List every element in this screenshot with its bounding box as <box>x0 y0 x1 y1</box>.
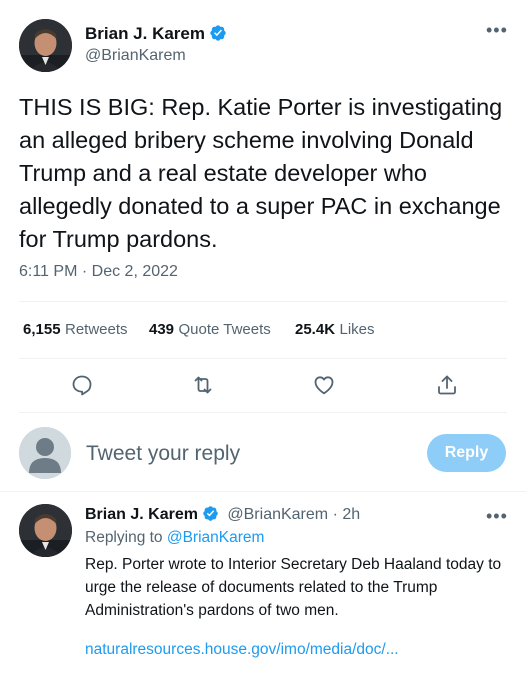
replying-to-label: Replying to <box>85 529 163 546</box>
share-icon[interactable] <box>435 373 459 397</box>
replying-to-handle-link[interactable]: @BrianKarem <box>167 529 265 546</box>
reply-author-name[interactable]: Brian J. Karem <box>85 506 198 523</box>
retweets-stat[interactable]: 6,155 Retweets <box>23 321 128 339</box>
reply-button[interactable]: Reply <box>427 434 506 472</box>
divider-after-actions <box>19 412 507 413</box>
reply-author-handle[interactable]: @BrianKarem <box>227 506 328 523</box>
quote-tweets-stat[interactable]: 439 Quote Tweets <box>149 321 271 339</box>
author-name[interactable]: Brian J. Karem <box>85 24 205 43</box>
likes-stat[interactable]: 25.4K Likes <box>295 321 375 339</box>
like-icon[interactable] <box>312 373 336 397</box>
reply-age[interactable]: 2h <box>342 506 360 523</box>
likes-count: 25.4K <box>295 321 336 338</box>
reply-separator: · <box>332 506 338 523</box>
reply-author-row: Brian J. Karem @BrianKarem · 2h <box>85 505 360 527</box>
tweet-time: 6:11 PM <box>19 263 78 280</box>
likes-label: Likes <box>339 321 375 338</box>
divider-after-timestamp <box>19 301 507 302</box>
retweets-count: 6,155 <box>23 321 61 338</box>
quote-tweets-count: 439 <box>149 321 175 338</box>
reply-author-avatar[interactable] <box>19 504 72 557</box>
replying-to: Replying to @BrianKarem <box>85 529 264 547</box>
verified-badge-icon <box>209 24 227 47</box>
author-handle[interactable]: @BrianKarem <box>85 47 186 65</box>
reply-input[interactable]: Tweet your reply <box>86 442 406 466</box>
tweet-text: THIS IS BIG: Rep. Katie Porter is invest… <box>19 94 503 252</box>
tweet-timestamp[interactable]: 6:11 PM · Dec 2, 2022 <box>19 263 178 281</box>
retweets-label: Retweets <box>65 321 128 338</box>
reply-icon[interactable] <box>70 373 94 397</box>
author-name-row: Brian J. Karem <box>85 24 227 47</box>
reply-more-options-icon[interactable]: ••• <box>486 506 508 527</box>
reply-verified-badge-icon <box>202 505 219 527</box>
quote-tweets-label: Quote Tweets <box>178 321 271 338</box>
retweet-icon[interactable] <box>191 373 215 397</box>
current-user-avatar[interactable] <box>19 427 71 479</box>
more-options-icon[interactable]: ••• <box>486 20 508 41</box>
divider-after-composer <box>0 491 526 492</box>
timestamp-separator: · <box>81 263 88 280</box>
tweet-date: Dec 2, 2022 <box>91 263 178 280</box>
divider-after-stats <box>19 358 507 359</box>
reply-text: Rep. Porter wrote to Interior Secretary … <box>85 556 502 619</box>
author-avatar[interactable] <box>19 19 72 72</box>
reply-link[interactable]: naturalresources.house.gov/imo/media/doc… <box>85 641 399 659</box>
